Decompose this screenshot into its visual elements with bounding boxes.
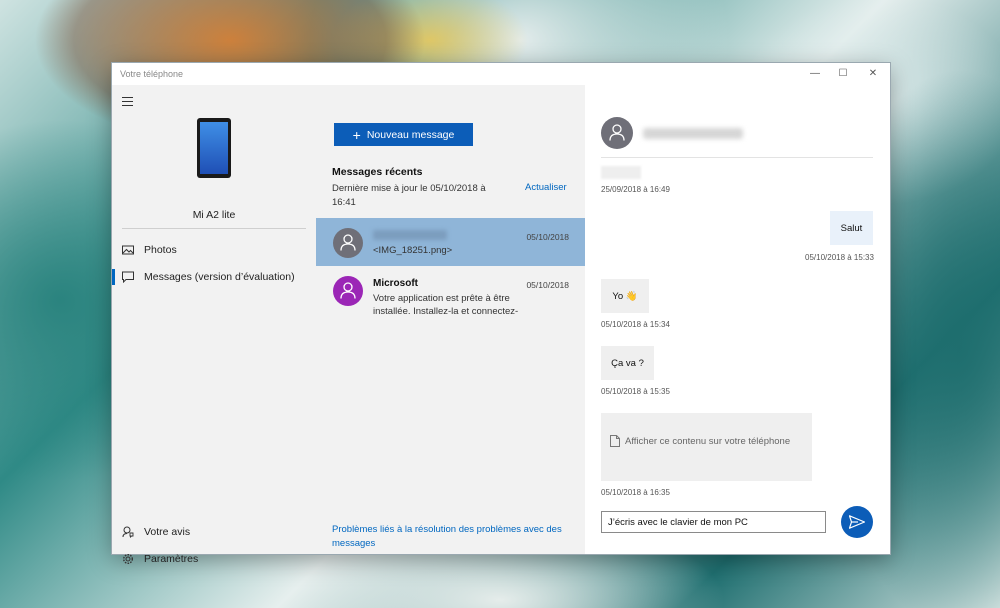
message-bubble-incoming: Ça va ? [601,346,654,380]
conversation-item[interactable]: 05/10/2018 <IMG_18251.png> [316,218,585,266]
message-timestamp: 05/10/2018 à 15:33 [805,253,874,262]
contact-avatar [333,276,363,306]
conversation-name-blurred [373,230,447,240]
compose-input[interactable] [601,511,826,533]
new-message-button[interactable]: + Nouveau message [334,123,473,146]
nav-divider [122,228,306,229]
person-icon [340,234,356,251]
conversation-preview: <IMG_18251.png> [373,245,453,256]
nav-item-messages[interactable]: Messages (version d’évaluation) [112,265,316,289]
nav-item-photos[interactable]: Photos [112,238,316,262]
contact-avatar [601,117,633,149]
maximize-button[interactable]: ☐ [836,67,850,81]
conversation-date: 05/10/2018 [526,280,569,290]
nav-item-label: Votre avis [144,526,191,538]
nav-item-feedback[interactable]: Votre avis [112,520,316,544]
message-icon [122,271,134,283]
recent-messages-heading: Messages récents [332,166,423,178]
device-name: Mi A2 lite [192,209,236,221]
nav-item-settings[interactable]: Paramètres [112,547,316,571]
contact-name-blurred [643,128,743,139]
attachment-placeholder[interactable]: Afficher ce contenu sur votre téléphone [601,413,812,481]
feedback-icon [122,526,134,538]
person-icon [609,124,625,141]
minimize-button[interactable]: — [808,67,822,81]
message-bubble-blurred [601,166,641,179]
conversation-item[interactable]: Microsoft 05/10/2018 Votre application e… [316,266,585,322]
window-title: Votre téléphone [120,69,184,79]
last-updated-text: Dernière mise à jour le 05/10/2018 à 16:… [332,183,486,208]
nav-item-label: Photos [144,244,177,256]
title-bar: Votre téléphone — ☐ ✕ [112,63,890,85]
left-nav: Mi A2 lite Photos Messages (version d’év… [112,85,316,565]
chat-pane: 25/09/2018 à 16:49 Salut 05/10/2018 à 15… [585,85,890,554]
conversation-name: Microsoft [373,278,418,289]
nav-item-label: Messages (version d’évaluation) [144,271,295,283]
photos-icon [122,245,134,255]
send-button[interactable] [841,506,873,538]
contact-avatar [333,228,363,258]
hamburger-menu-icon[interactable] [122,97,134,107]
file-icon [610,435,620,447]
chat-header-divider [601,157,873,158]
person-icon [340,282,356,299]
plus-icon: + [352,126,361,143]
conversation-list-pane: + Nouveau message Messages récents Derni… [316,85,585,554]
message-timestamp: 05/10/2018 à 15:34 [601,320,670,329]
message-bubble-outgoing: Salut [830,211,873,245]
close-button[interactable]: ✕ [866,67,880,81]
conversation-preview: Votre application est prête à être insta… [373,293,519,317]
new-message-label: Nouveau message [366,128,455,141]
conversation-date: 05/10/2018 [526,232,569,242]
app-window: Votre téléphone — ☐ ✕ Mi A2 lite Photos … [112,63,890,565]
troubleshoot-link[interactable]: Problèmes liés à la résolution des probl… [332,523,572,551]
refresh-link[interactable]: Actualiser [525,182,567,193]
nav-item-label: Paramètres [144,553,199,565]
message-timestamp: 25/09/2018 à 16:49 [601,185,670,194]
message-timestamp: 05/10/2018 à 15:35 [601,387,670,396]
message-timestamp: 05/10/2018 à 16:35 [601,488,670,497]
message-bubble-incoming: Yo 👋 [601,279,649,313]
send-icon [849,515,865,529]
active-indicator [112,269,115,285]
gear-icon [122,553,134,565]
attachment-text: Afficher ce contenu sur votre téléphone [625,436,791,447]
phone-image [197,118,231,178]
